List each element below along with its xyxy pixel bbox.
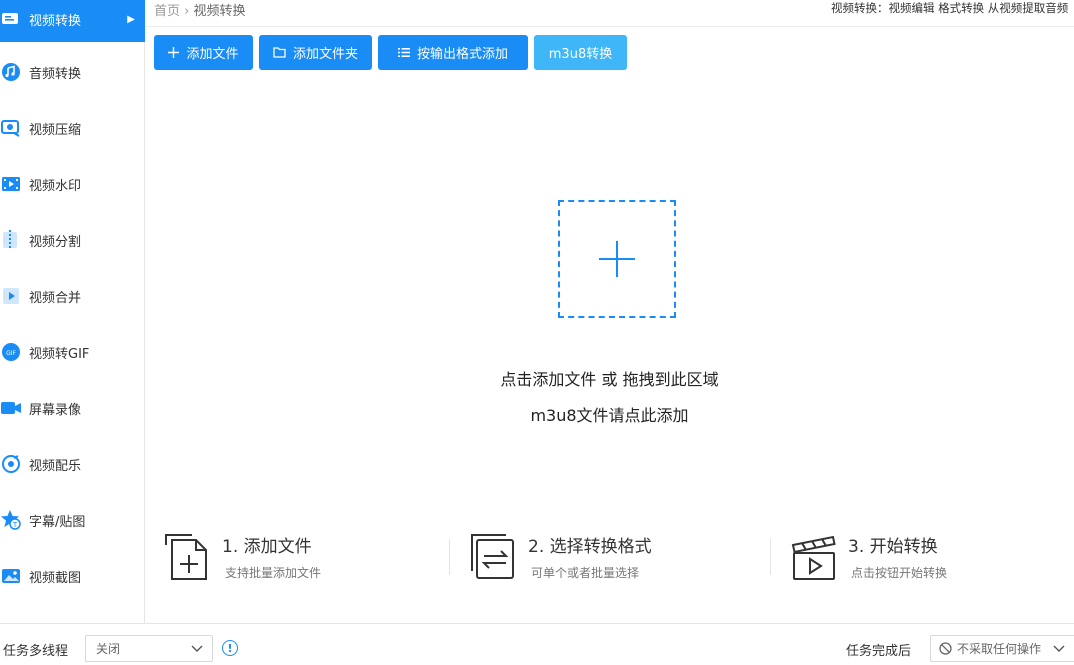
step-divider [449, 539, 450, 575]
multithread-value: 关闭 [96, 642, 121, 656]
breadcrumb-home[interactable]: 首页 [154, 4, 180, 19]
after-task-label: 任务完成后 [846, 644, 912, 659]
sidebar-item-audio-convert[interactable]: 音频转换 [0, 44, 145, 100]
top-bar: 首页 › 视频转换 视频转换：视频编辑 格式转换 从视频提取音频 [145, 0, 1074, 27]
chevron-right-icon: ▶ [127, 13, 135, 25]
sidebar-item-label: 视频分割 [29, 234, 82, 250]
sidebar-item-screen-record[interactable]: 屏幕录像 [0, 380, 145, 436]
add-by-format-label: 按输出格式添加 [416, 47, 508, 62]
sidebar-item-label: 视频截图 [29, 570, 82, 586]
screen-record-icon [0, 397, 22, 419]
chevron-down-icon [191, 645, 203, 652]
sidebar-item-video-compress[interactable]: 视频压缩 [0, 100, 145, 156]
sidebar-item-label: 屏幕录像 [29, 402, 82, 418]
video-compress-icon [0, 117, 22, 139]
step-3-title: 3. 开始转换 [848, 537, 938, 557]
multithread-select[interactable]: 关闭 [85, 635, 213, 662]
svg-text:GIF: GIF [6, 350, 16, 357]
plus-icon [599, 241, 635, 277]
footer-bar: 任务多线程 关闭 任务完成后 不采取任何操作 [0, 623, 1074, 665]
add-file-icon [165, 534, 207, 580]
sidebar-item-video-convert[interactable]: 视频转换 ▶ [0, 0, 145, 42]
video-split-icon [0, 229, 22, 251]
chevron-down-icon [1053, 645, 1065, 652]
swap-format-icon [471, 534, 514, 579]
step-2-subtitle: 可单个或者批量选择 [531, 566, 640, 580]
sidebar-item-label: 视频合并 [29, 290, 82, 306]
video-convert-icon [0, 8, 22, 30]
step-2-title: 2. 选择转换格式 [528, 537, 652, 557]
drop-hint: 点击添加文件 或 拖拽到此区域 [500, 370, 719, 389]
after-task-value: 不采取任何操作 [957, 642, 1042, 656]
breadcrumb-current: 视频转换 [193, 4, 246, 19]
video-screenshot-icon [0, 565, 22, 587]
after-task-select[interactable]: 不采取任何操作 [930, 635, 1074, 662]
sidebar-item-subtitle-sticker[interactable]: T 字幕/贴图 [0, 492, 145, 548]
video-watermark-icon [0, 173, 22, 195]
add-by-format-button[interactable]: 按输出格式添加 [378, 35, 528, 70]
breadcrumb-separator: › [184, 4, 190, 19]
sidebar-item-label: 视频压缩 [29, 122, 82, 138]
sidebar-item-label: 视频转换 [29, 13, 82, 29]
sidebar-item-label: 字幕/贴图 [29, 514, 86, 530]
drop-zone-add-button[interactable] [558, 200, 676, 318]
sidebar-item-label: 视频配乐 [29, 458, 82, 474]
clapper-play-icon [791, 535, 836, 580]
audio-convert-icon [0, 61, 22, 83]
sidebar-item-video-gif[interactable]: GIF 视频转GIF [0, 324, 145, 380]
multithread-label: 任务多线程 [3, 644, 69, 659]
add-folder-label: 添加文件夹 [292, 47, 358, 62]
video-music-icon [0, 453, 22, 475]
prohibited-icon [939, 642, 952, 655]
m3u8-convert-button[interactable]: m3u8转换 [534, 35, 627, 70]
plus-icon [168, 47, 180, 58]
sidebar-item-video-screenshot[interactable]: 视频截图 [0, 548, 145, 604]
sidebar-item-video-split[interactable]: 视频分割 [0, 212, 145, 268]
m3u8-add-hint[interactable]: m3u8文件请点此添加 [145, 402, 1074, 426]
add-file-label: 添加文件 [186, 47, 239, 62]
info-icon[interactable]: ! [222, 640, 238, 656]
sidebar-item-video-merge[interactable]: 视频合并 [0, 268, 145, 324]
step-3-subtitle: 点击按钮开始转换 [851, 566, 948, 580]
breadcrumb: 首页 › 视频转换 [154, 0, 246, 19]
sidebar: 视频转换 ▶ 音频转换 视频压缩 视频水印 视频分割 视频合并 GIF 视频转G… [0, 0, 145, 623]
svg-text:T: T [12, 521, 18, 529]
sidebar-item-video-music[interactable]: 视频配乐 [0, 436, 145, 492]
subtitle-sticker-icon: T [0, 509, 22, 531]
step-divider [770, 539, 771, 575]
sidebar-item-label: 音频转换 [29, 66, 82, 82]
feature-description: 视频转换：视频编辑 格式转换 从视频提取音频 [831, 1, 1069, 15]
sidebar-item-label: 视频水印 [29, 178, 82, 194]
add-file-button[interactable]: 添加文件 [154, 35, 253, 70]
video-merge-icon [0, 285, 22, 307]
folder-icon [273, 47, 286, 58]
list-icon [397, 47, 410, 58]
video-gif-icon: GIF [0, 341, 22, 363]
m3u8-convert-label: m3u8转换 [548, 47, 613, 62]
sidebar-item-video-watermark[interactable]: 视频水印 [0, 156, 145, 212]
step-1-title: 1. 添加文件 [222, 537, 312, 557]
add-folder-button[interactable]: 添加文件夹 [259, 35, 372, 70]
step-1-subtitle: 支持批量添加文件 [225, 566, 322, 580]
sidebar-item-label: 视频转GIF [29, 346, 90, 362]
